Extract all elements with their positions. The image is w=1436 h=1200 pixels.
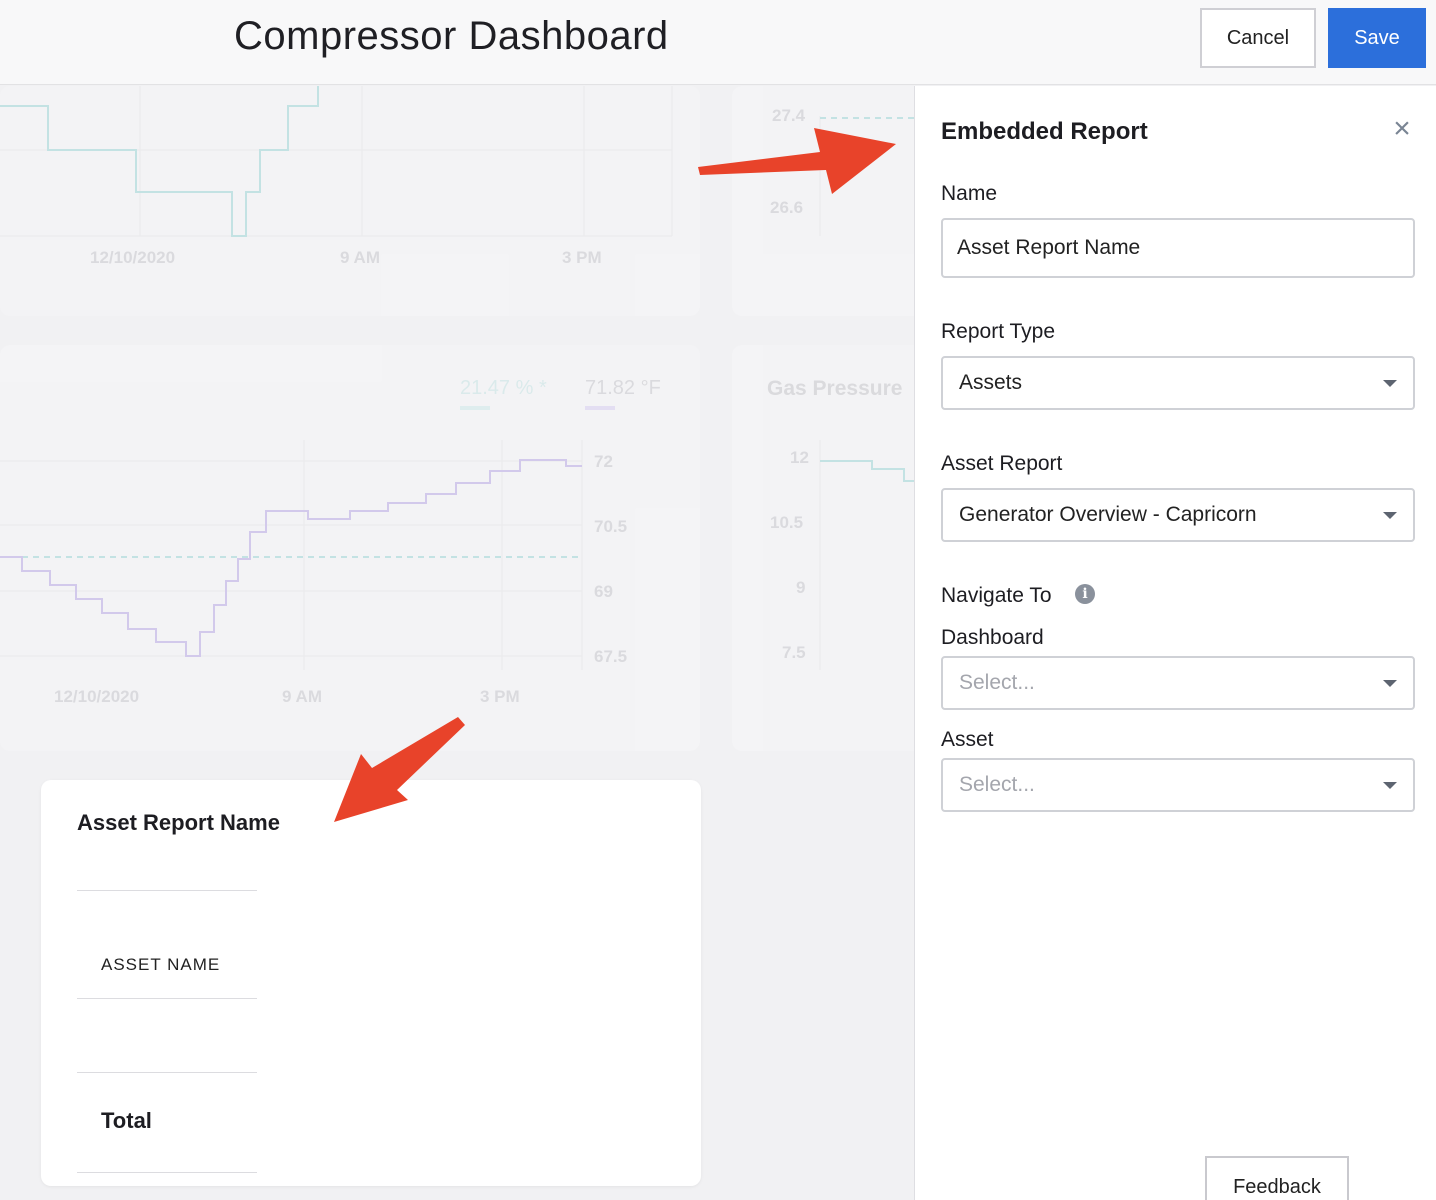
dashboard-placeholder: Select...: [959, 671, 1035, 694]
chart-widget-middle-left: 21.47 % * 71.82 °F 72 70.5 69 67.5 12/10…: [0, 345, 700, 751]
x-tick-label: 9 AM: [282, 687, 322, 706]
y-tick-label: 27.4: [772, 106, 806, 125]
chart-widget-top-right: 27.4 26.6: [732, 86, 932, 316]
divider: [77, 1072, 257, 1073]
save-button[interactable]: Save: [1328, 8, 1426, 68]
chevron-down-icon: [1383, 680, 1397, 687]
chevron-down-icon: [1383, 512, 1397, 519]
cancel-button[interactable]: Cancel: [1200, 8, 1316, 68]
feedback-button[interactable]: Feedback: [1205, 1156, 1349, 1200]
chart-widget-gas-pressure: Gas Pressure 12 10.5 9 7.5: [732, 345, 932, 751]
embedded-report-card[interactable]: Asset Report Name ASSET NAME Total: [41, 780, 701, 1186]
name-input-value: Asset Report Name: [957, 236, 1141, 259]
y-tick-label: 70.5: [594, 517, 628, 536]
name-input[interactable]: Asset Report Name: [941, 218, 1415, 278]
y-tick-label: 72: [594, 452, 613, 471]
y-tick-label: 9: [796, 578, 806, 597]
x-tick-label: 3 PM: [562, 248, 602, 267]
divider: [77, 998, 257, 999]
top-bar: Compressor Dashboard Cancel Save: [0, 0, 1436, 85]
y-tick-label: 10.5: [770, 513, 804, 532]
column-header-asset-name: ASSET NAME: [101, 955, 221, 974]
step-chart-top-left: [0, 86, 673, 237]
y-tick-label: 67.5: [594, 647, 628, 666]
report-card-title: Asset Report Name: [77, 810, 280, 835]
name-label: Name: [941, 182, 998, 205]
asset-placeholder: Select...: [959, 773, 1035, 796]
report-type-label: Report Type: [941, 320, 1056, 343]
y-tick-label: 7.5: [782, 643, 806, 662]
report-type-select[interactable]: Assets: [941, 356, 1415, 410]
chart-widget-top-left: 12/10/2020 9 AM 3 PM: [0, 86, 700, 316]
x-tick-label: 12/10/2020: [90, 248, 176, 267]
x-tick-label: 12/10/2020: [54, 687, 140, 706]
report-type-value: Assets: [959, 371, 1023, 394]
dashboard-select[interactable]: Select...: [941, 656, 1415, 710]
dashboard-label: Dashboard: [941, 626, 1044, 649]
y-tick-label: 69: [594, 582, 613, 601]
chevron-down-icon: [1383, 380, 1397, 387]
divider: [77, 1172, 257, 1173]
navigate-to-label: Navigate To: [941, 584, 1052, 607]
panel-title: Embedded Report: [941, 118, 1148, 145]
asset-report-select[interactable]: Generator Overview - Capricorn: [941, 488, 1415, 542]
divider: [77, 890, 257, 891]
chart-top-right: [819, 116, 932, 236]
asset-report-label: Asset Report: [941, 452, 1063, 475]
dashboard-title: Compressor Dashboard: [234, 14, 669, 58]
x-tick-label: 9 AM: [340, 248, 380, 267]
close-icon[interactable]: ×: [1389, 114, 1415, 144]
x-tick-label: 3 PM: [480, 687, 520, 706]
info-icon[interactable]: i: [1075, 584, 1095, 604]
total-label: Total: [101, 1108, 152, 1133]
embedded-report-panel: Embedded Report × Name Asset Report Name…: [914, 86, 1436, 1200]
y-tick-label: 12: [790, 448, 809, 467]
asset-report-value: Generator Overview - Capricorn: [959, 503, 1257, 526]
asset-select[interactable]: Select...: [941, 758, 1415, 812]
chevron-down-icon: [1383, 782, 1397, 789]
asset-label: Asset: [941, 728, 994, 751]
chart-gas-pressure: [819, 440, 932, 670]
y-tick-label: 26.6: [770, 198, 804, 217]
